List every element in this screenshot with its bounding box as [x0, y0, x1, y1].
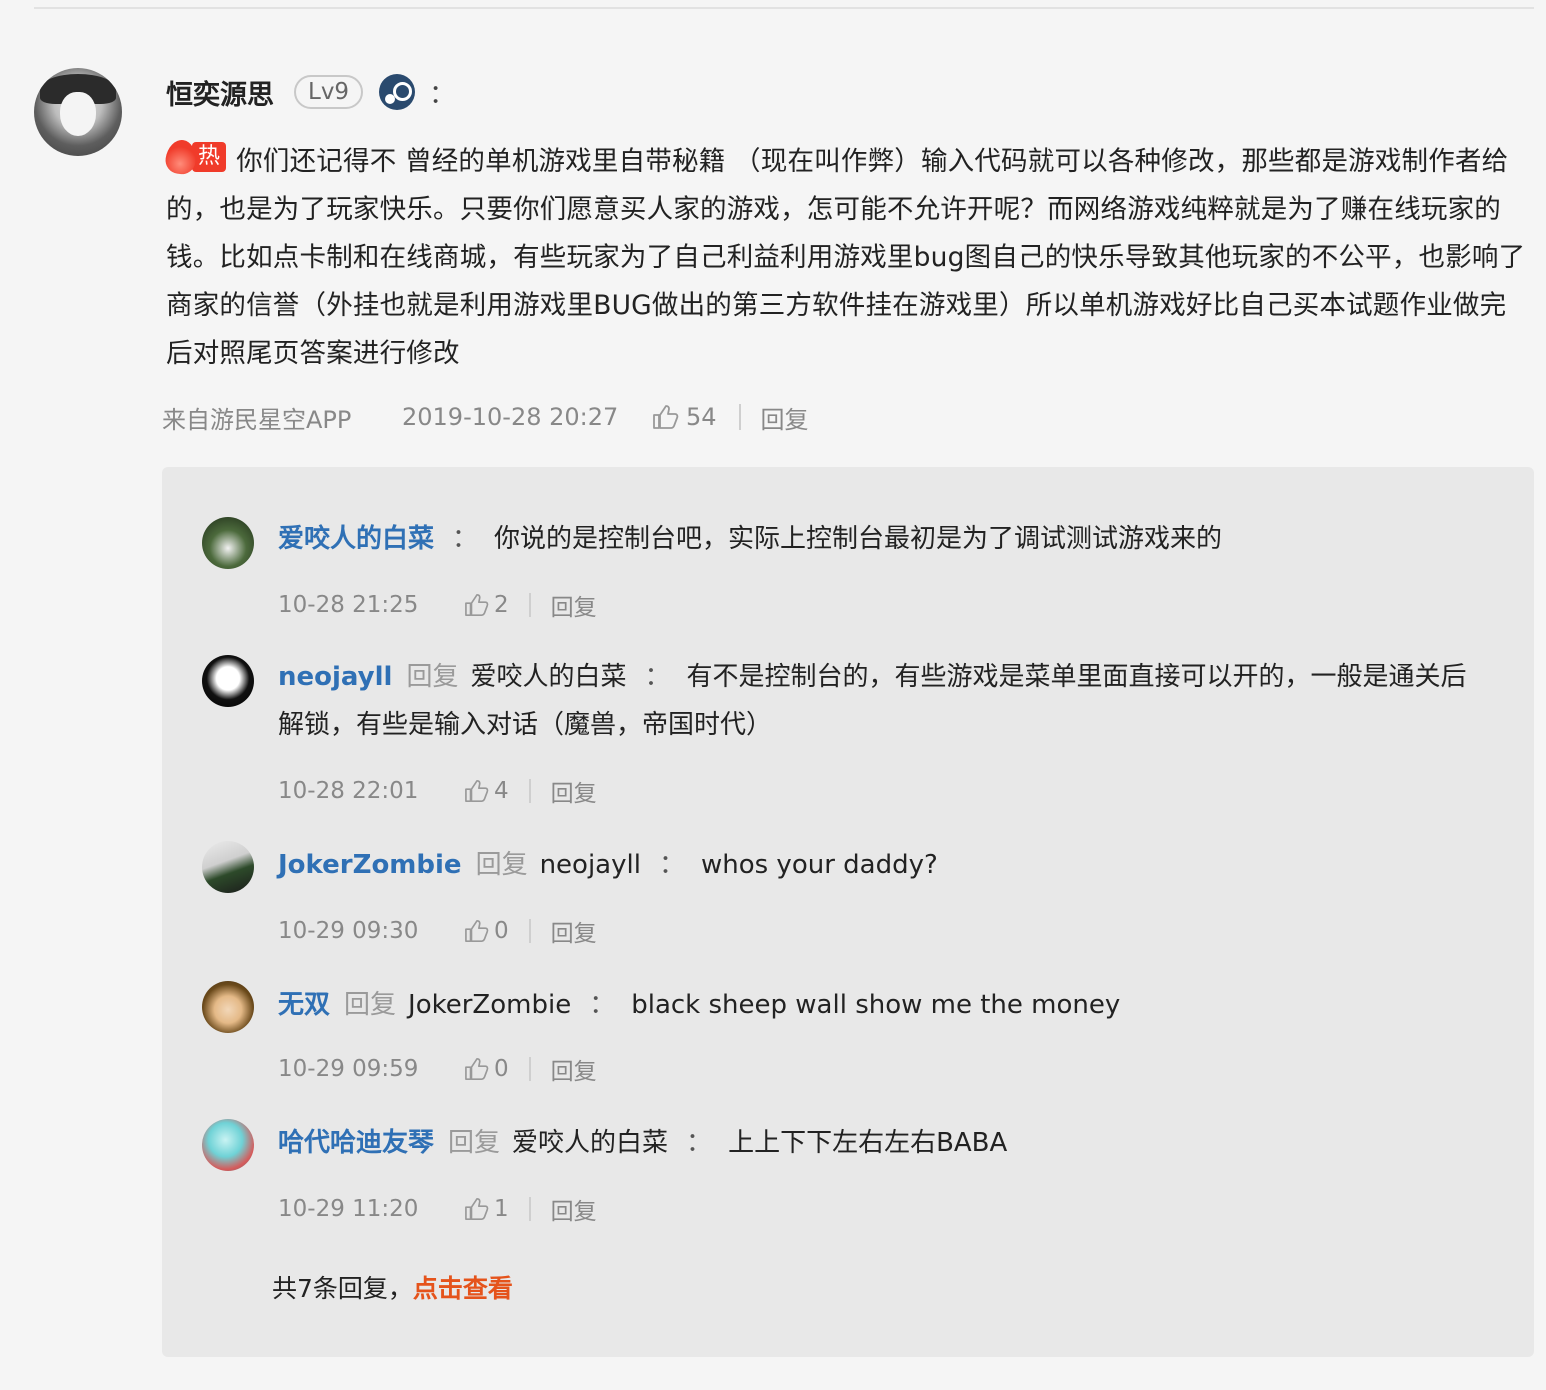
thumbs-up-icon[interactable]: [464, 779, 490, 803]
reply-text: whos your daddy?: [700, 850, 938, 880]
reply-avatar[interactable]: [202, 1119, 254, 1171]
reply-colon: ：: [686, 1128, 713, 1158]
thumbs-up-icon[interactable]: [652, 404, 680, 430]
steam-icon[interactable]: [379, 74, 416, 110]
reply-meta: 10-29 09:59 0 回复: [278, 1051, 597, 1087]
hot-badge: 热: [163, 138, 227, 176]
level-badge: Lv9: [294, 75, 364, 109]
reply-like-count: 1: [494, 1196, 509, 1222]
reply-time: 10-29 09:30: [278, 918, 419, 944]
avatar-face-shape: [60, 92, 96, 136]
reply-like[interactable]: 0: [464, 918, 509, 944]
reply-button[interactable]: 回复: [551, 914, 597, 948]
view-all-link[interactable]: 点击查看: [413, 1274, 513, 1303]
reply-button[interactable]: 回复: [761, 400, 809, 435]
reply-colon: ：: [658, 850, 685, 880]
replies-panel: 爱咬人的白菜 ： 你说的是控制台吧，实际上控制台最初是为了调试测试游戏来的 10-2…: [162, 467, 1534, 1357]
reply-colon: ：: [644, 662, 671, 692]
reply-time: 10-28 21:25: [278, 592, 419, 618]
meta-divider: [528, 593, 531, 617]
replies-summary: 共7条回复，: [272, 1274, 413, 1303]
comment-text: 你们还记得不 曾经的单机游戏里自带秘籍 （现在叫作弊）输入代码就可以各种修改，那…: [166, 146, 1526, 369]
reply-body: 哈代哈迪友琴 回复 爱咬人的白菜 ： 上上下下左右左右BABA: [278, 1119, 1488, 1167]
reply-like[interactable]: 4: [464, 778, 509, 804]
reply-target[interactable]: 爱咬人的白菜: [470, 662, 626, 692]
reply-text: black sheep wall show me the money: [631, 990, 1121, 1020]
reply-time: 10-29 09:59: [278, 1056, 419, 1082]
reply-target[interactable]: 爱咬人的白菜: [512, 1128, 668, 1158]
hot-label: 热: [192, 142, 227, 172]
comment-meta: 来自游民星空APP 2019-10-28 20:27 54 回复: [162, 396, 809, 438]
reply-avatar[interactable]: [202, 981, 254, 1033]
reply-like-count: 0: [494, 1056, 509, 1082]
reply-username[interactable]: 爱咬人的白菜: [278, 524, 434, 554]
reply-meta: 10-29 11:20 1 回复: [278, 1191, 597, 1227]
author-row: 恒奕源思 Lv9 ：: [166, 70, 455, 114]
thumbs-up-icon[interactable]: [464, 1197, 490, 1221]
reply-colon: ：: [452, 524, 479, 554]
reply-meta: 10-29 09:30 0 回复: [278, 913, 597, 949]
reply-like[interactable]: 0: [464, 1056, 509, 1082]
reply-like-count: 4: [494, 778, 509, 804]
reply-like[interactable]: 1: [464, 1196, 509, 1222]
reply-word: 回复: [475, 850, 528, 880]
reply-button[interactable]: 回复: [551, 1192, 597, 1226]
reply-word: 回复: [344, 990, 397, 1020]
reply-text: 上上下下左右左右BABA: [728, 1128, 1008, 1158]
reply-body: 爱咬人的白菜 ： 你说的是控制台吧，实际上控制台最初是为了调试测试游戏来的: [278, 515, 1488, 563]
reply-button[interactable]: 回复: [551, 1052, 597, 1086]
meta-divider: [528, 1057, 531, 1081]
author-colon: ：: [429, 79, 456, 110]
reply-username[interactable]: neojayll: [278, 662, 392, 692]
reply-avatar[interactable]: [202, 517, 254, 569]
comment-source: 来自游民星空APP: [162, 405, 352, 434]
meta-divider: [528, 779, 531, 803]
reply-time: 10-29 11:20: [278, 1196, 419, 1222]
thumbs-up-icon[interactable]: [464, 1057, 490, 1081]
meta-divider: [528, 1197, 531, 1221]
reply-colon: ：: [589, 990, 616, 1020]
reply-body: 无双 回复 JokerZombie ： black sheep wall show me…: [278, 981, 1488, 1029]
like-count: 54: [686, 403, 717, 431]
reply-meta: 10-28 21:25 2 回复: [278, 587, 597, 623]
reply-text: 你说的是控制台吧，实际上控制台最初是为了调试测试游戏来的: [494, 524, 1223, 554]
author-name[interactable]: 恒奕源思: [166, 73, 274, 112]
meta-divider: [738, 404, 741, 430]
comment-time: 2019-10-28 20:27: [402, 403, 619, 431]
reply-word: 回复: [448, 1128, 501, 1158]
reply-target[interactable]: neojayll: [540, 850, 641, 880]
reply-target[interactable]: JokerZombie: [408, 990, 571, 1020]
reply-like-count: 2: [494, 592, 509, 618]
reply-button[interactable]: 回复: [551, 774, 597, 808]
reply-username[interactable]: JokerZombie: [278, 850, 462, 880]
top-divider: [34, 7, 1534, 9]
comment-body: 热 你们还记得不 曾经的单机游戏里自带秘籍 （现在叫作弊）输入代码就可以各种修改…: [163, 138, 1532, 378]
reply-like-count: 0: [494, 918, 509, 944]
reply-body: neojayll 回复 爱咬人的白菜：有不是控制台的，有些游戏是菜单里面直接可以开的…: [278, 653, 1488, 749]
reply-like[interactable]: 2: [464, 592, 509, 618]
thumbs-up-icon[interactable]: [464, 919, 490, 943]
reply-username[interactable]: 哈代哈迪友琴: [278, 1128, 434, 1158]
reply-avatar[interactable]: [202, 841, 254, 893]
reply-time: 10-28 22:01: [278, 778, 419, 804]
author-avatar[interactable]: [34, 68, 122, 156]
reply-avatar[interactable]: [202, 655, 254, 707]
reply-word: 回复: [406, 662, 459, 692]
reply-meta: 10-28 22:01 4 回复: [278, 773, 597, 809]
reply-body: JokerZombie 回复 neojayll ： whos your daddy?: [278, 841, 1488, 889]
reply-username[interactable]: 无双: [278, 990, 330, 1020]
thumbs-up-icon[interactable]: [464, 593, 490, 617]
reply-button[interactable]: 回复: [551, 588, 597, 622]
meta-divider: [528, 919, 531, 943]
replies-footer: 共7条回复，点击查看: [272, 1269, 513, 1305]
